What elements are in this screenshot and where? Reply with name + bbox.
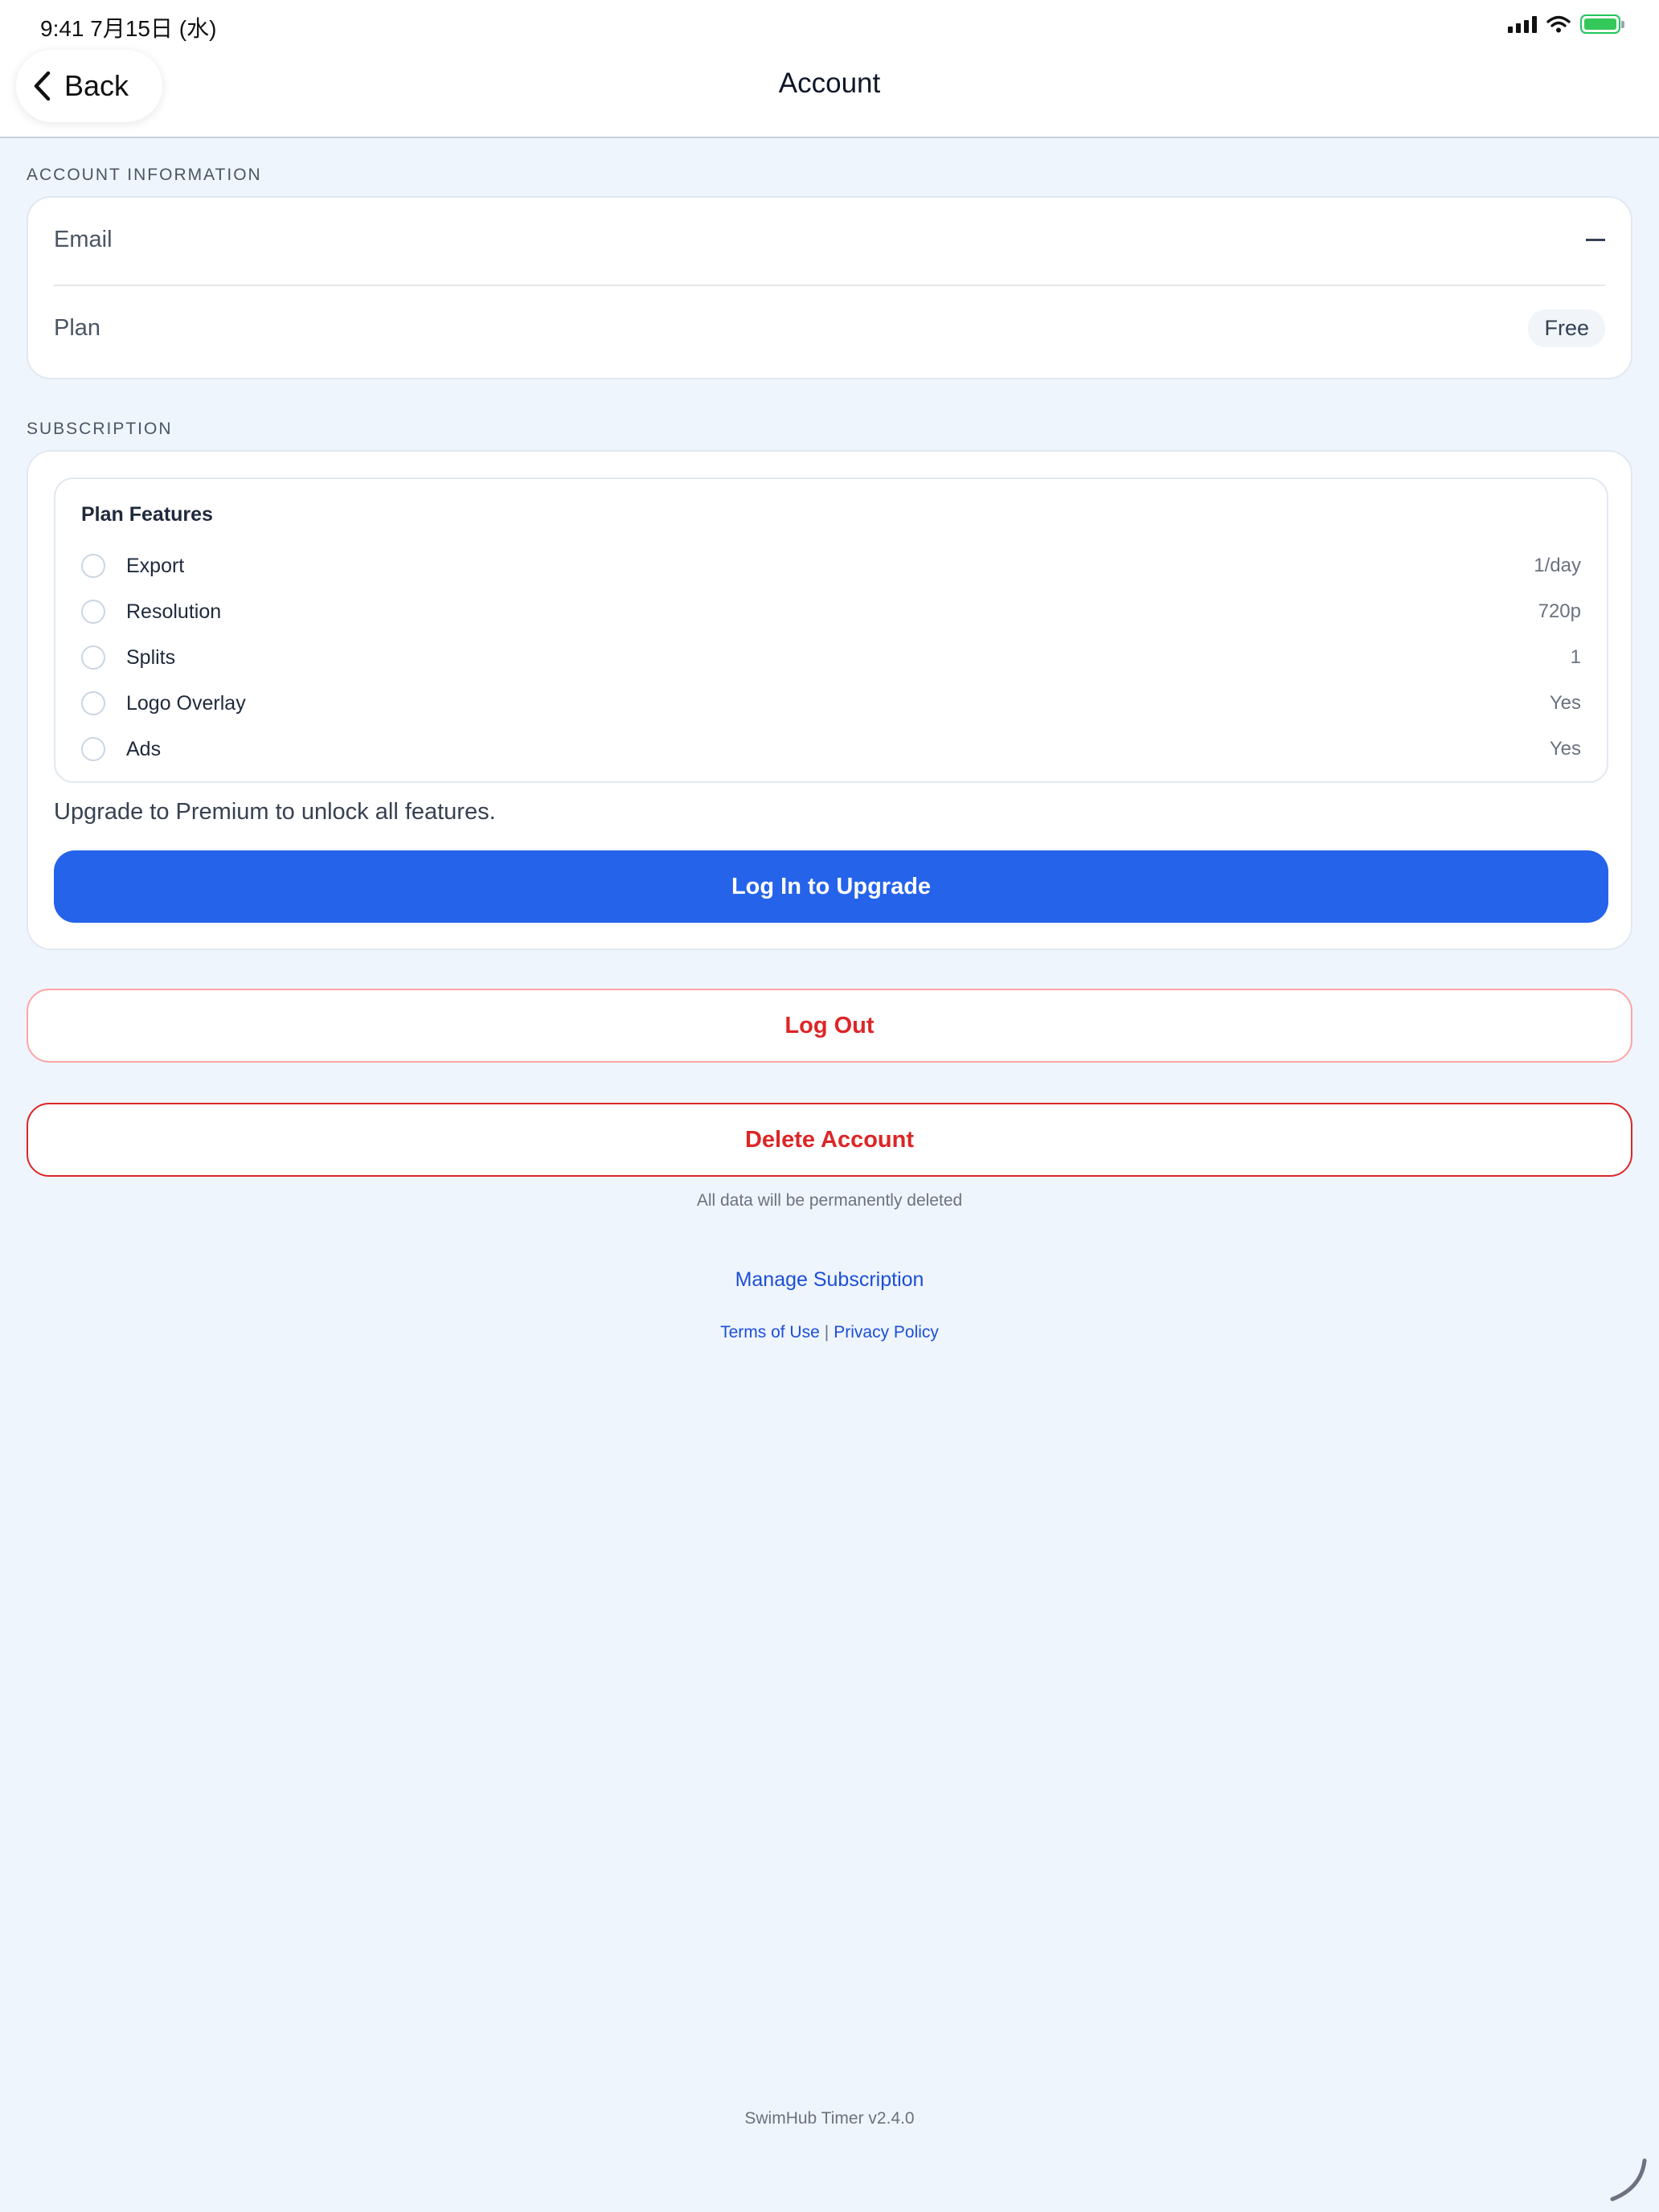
feature-label: Splits — [126, 645, 176, 669]
top-bar: 9:41 7月15日 (水) Back Account — [0, 0, 1659, 138]
upgrade-prompt: Upgrade to Premium to unlock all feature… — [54, 799, 496, 825]
feature-label: Resolution — [126, 600, 222, 623]
feature-value: 1 — [1570, 646, 1581, 668]
link-separator: | — [824, 1323, 830, 1342]
app-version: SwimHub Timer v2.4.0 — [744, 2109, 915, 2128]
plan-features-box: Plan Features Export 1/day Resolution 72… — [54, 477, 1608, 783]
feature-radio-icon — [81, 554, 105, 578]
status-icons — [1508, 14, 1624, 34]
feature-radio-icon — [81, 600, 105, 624]
feature-label: Logo Overlay — [126, 691, 246, 715]
terms-of-use-link[interactable]: Terms of Use — [720, 1323, 820, 1342]
feature-radio-icon — [81, 737, 105, 761]
feature-row-splits: Splits 1 — [81, 640, 1581, 675]
feature-radio-icon — [81, 645, 105, 670]
subscription-card: Plan Features Export 1/day Resolution 72… — [27, 450, 1632, 950]
feature-row-ads: Ads Yes — [81, 731, 1581, 767]
account-information-heading: ACCOUNT INFORMATION — [27, 166, 262, 184]
subscription-heading: SUBSCRIPTION — [27, 420, 173, 438]
feature-radio-icon — [81, 691, 105, 715]
cellular-signal-icon — [1508, 15, 1537, 33]
feature-value: 1/day — [1534, 555, 1581, 576]
resize-handle-icon[interactable] — [1604, 2157, 1653, 2206]
feature-label: Export — [126, 554, 185, 577]
feature-label: Ads — [126, 737, 162, 760]
feature-value: 720p — [1538, 600, 1581, 622]
page-title: Account — [778, 68, 881, 99]
account-information-card: Email Plan Free — [27, 196, 1632, 379]
email-empty-dash — [1586, 238, 1605, 241]
log-out-button[interactable]: Log Out — [27, 989, 1632, 1063]
feature-row-export: Export 1/day — [81, 548, 1581, 584]
legal-links: Terms of Use | Privacy Policy — [0, 1323, 1659, 1342]
status-time: 9:41 7月15日 (水) — [40, 16, 217, 41]
email-row: Email — [54, 198, 1605, 281]
manage-subscription-link[interactable]: Manage Subscription — [0, 1268, 1659, 1292]
log-in-to-upgrade-button[interactable]: Log In to Upgrade — [54, 850, 1608, 923]
plan-features-title: Plan Features — [81, 503, 213, 526]
plan-badge: Free — [1528, 309, 1605, 347]
feature-row-resolution: Resolution 720p — [81, 594, 1581, 629]
feature-value: Yes — [1549, 692, 1581, 714]
feature-value: Yes — [1549, 738, 1581, 760]
feature-row-logo-overlay: Logo Overlay Yes — [81, 686, 1581, 721]
delete-account-button[interactable]: Delete Account — [27, 1103, 1632, 1177]
privacy-policy-link[interactable]: Privacy Policy — [834, 1323, 939, 1342]
plan-row: Plan Free — [54, 286, 1605, 370]
wifi-icon — [1546, 15, 1571, 33]
plan-label: Plan — [54, 314, 101, 341]
battery-charging-icon — [1580, 14, 1624, 34]
delete-warning-note: All data will be permanently deleted — [696, 1191, 963, 1210]
email-label: Email — [54, 226, 113, 252]
